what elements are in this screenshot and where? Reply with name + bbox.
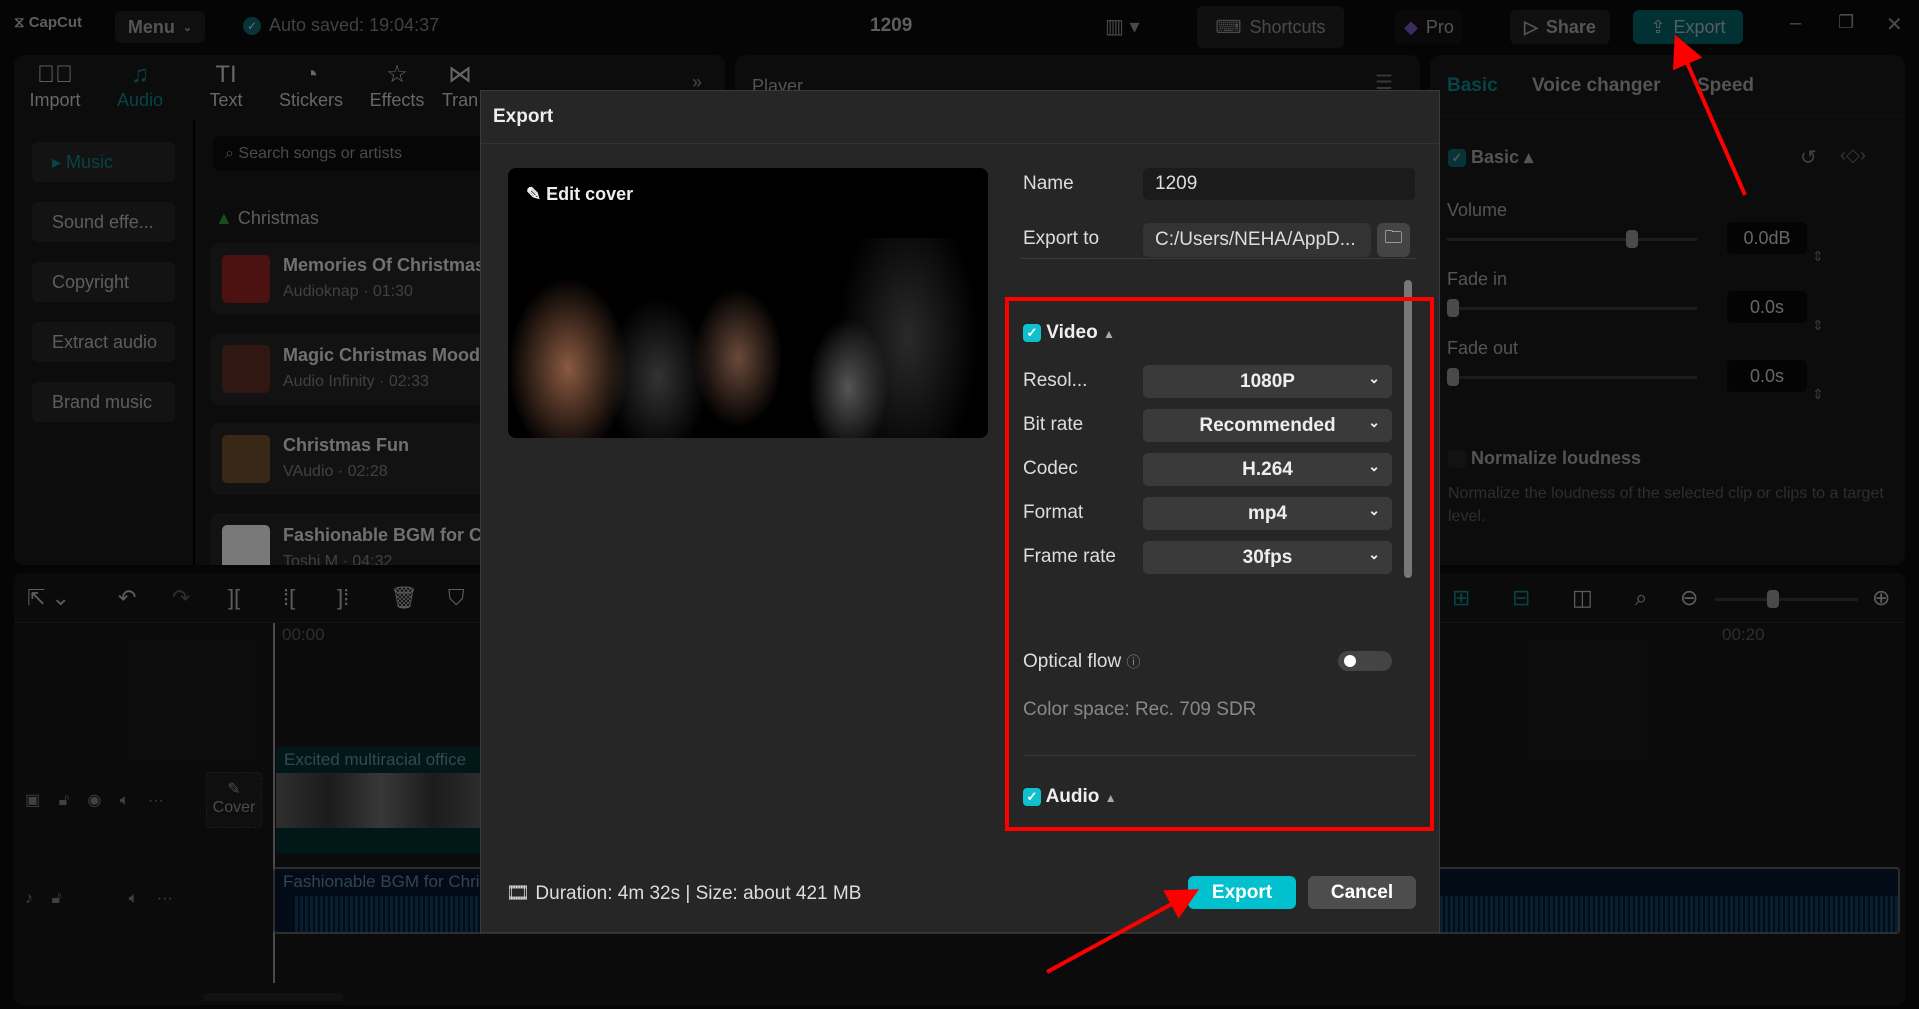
arrow-to-top-export bbox=[1672, 34, 1747, 196]
arrow-to-export-button bbox=[1046, 889, 1200, 974]
annotation-arrows bbox=[1046, 34, 1747, 974]
